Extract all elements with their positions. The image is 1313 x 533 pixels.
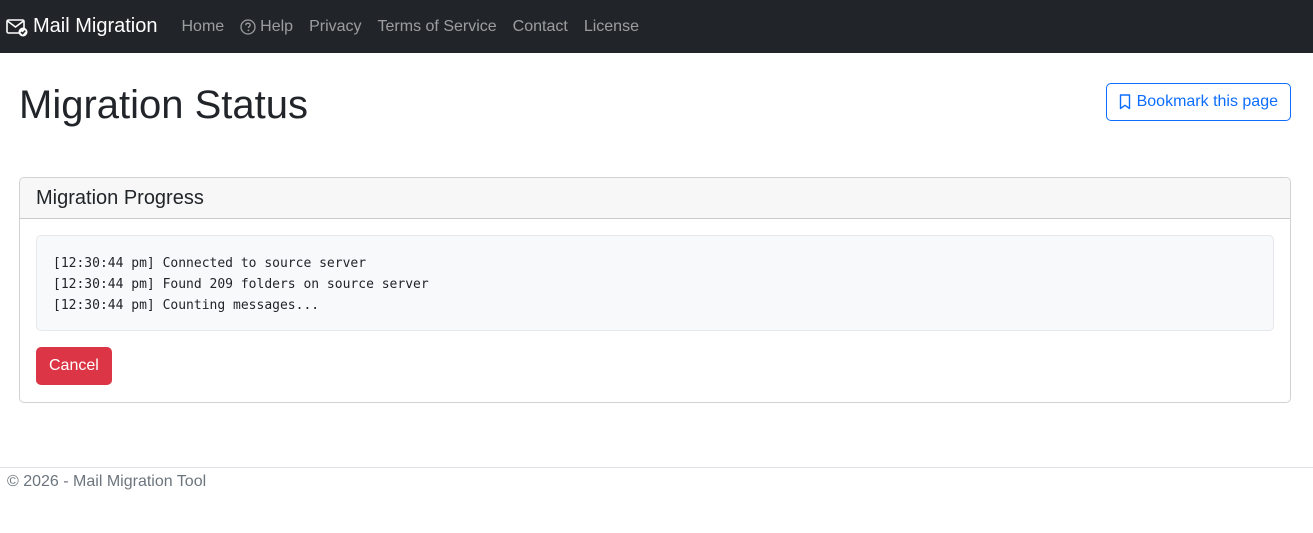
envelope-check-icon (6, 17, 28, 37)
footer: © 2026 - Mail Migration Tool (0, 467, 1313, 496)
log-line: [12:30:44 pm] Found 209 folders on sourc… (53, 277, 429, 292)
question-circle-icon (240, 18, 256, 35)
card-title: Migration Progress (20, 178, 1290, 219)
nav-license-label: License (583, 17, 639, 35)
page-header: Migration Status Bookmark this page (19, 81, 1291, 177)
nav-license[interactable]: License (576, 18, 647, 36)
nav-terms-label: Terms of Service (377, 17, 497, 35)
nav-contact-label: Contact (512, 17, 568, 35)
bookmark-label: Bookmark this page (1136, 93, 1278, 110)
bookmark-button[interactable]: Bookmark this page (1105, 83, 1291, 121)
main-content: Migration Status Bookmark this page Migr… (0, 81, 1313, 403)
nav-contact[interactable]: Contact (505, 18, 576, 36)
navbar: Mail Migration Home Help Privacy Terms o… (0, 0, 1313, 53)
migration-progress-card: Migration Progress [12:30:44 pm] Connect… (19, 177, 1291, 403)
bookmark-icon (1119, 94, 1131, 110)
log-line: [12:30:44 pm] Counting messages... (53, 298, 320, 313)
log-output: [12:30:44 pm] Connected to source server… (36, 235, 1274, 331)
nav-help[interactable]: Help (232, 18, 301, 36)
nav-home-label: Home (181, 17, 225, 35)
nav-help-label: Help (260, 17, 294, 35)
page-title: Migration Status (19, 83, 309, 127)
card-body: [12:30:44 pm] Connected to source server… (20, 219, 1290, 401)
footer-text: © 2026 - Mail Migration Tool (7, 473, 207, 490)
nav-terms[interactable]: Terms of Service (370, 18, 505, 36)
brand-link[interactable]: Mail Migration (6, 15, 157, 38)
log-line: [12:30:44 pm] Connected to source server (53, 256, 367, 271)
brand-label: Mail Migration (33, 15, 158, 37)
cancel-button[interactable]: Cancel (36, 347, 112, 385)
nav-privacy[interactable]: Privacy (301, 18, 369, 36)
nav-privacy-label: Privacy (309, 17, 362, 35)
nav-home[interactable]: Home (173, 18, 232, 36)
